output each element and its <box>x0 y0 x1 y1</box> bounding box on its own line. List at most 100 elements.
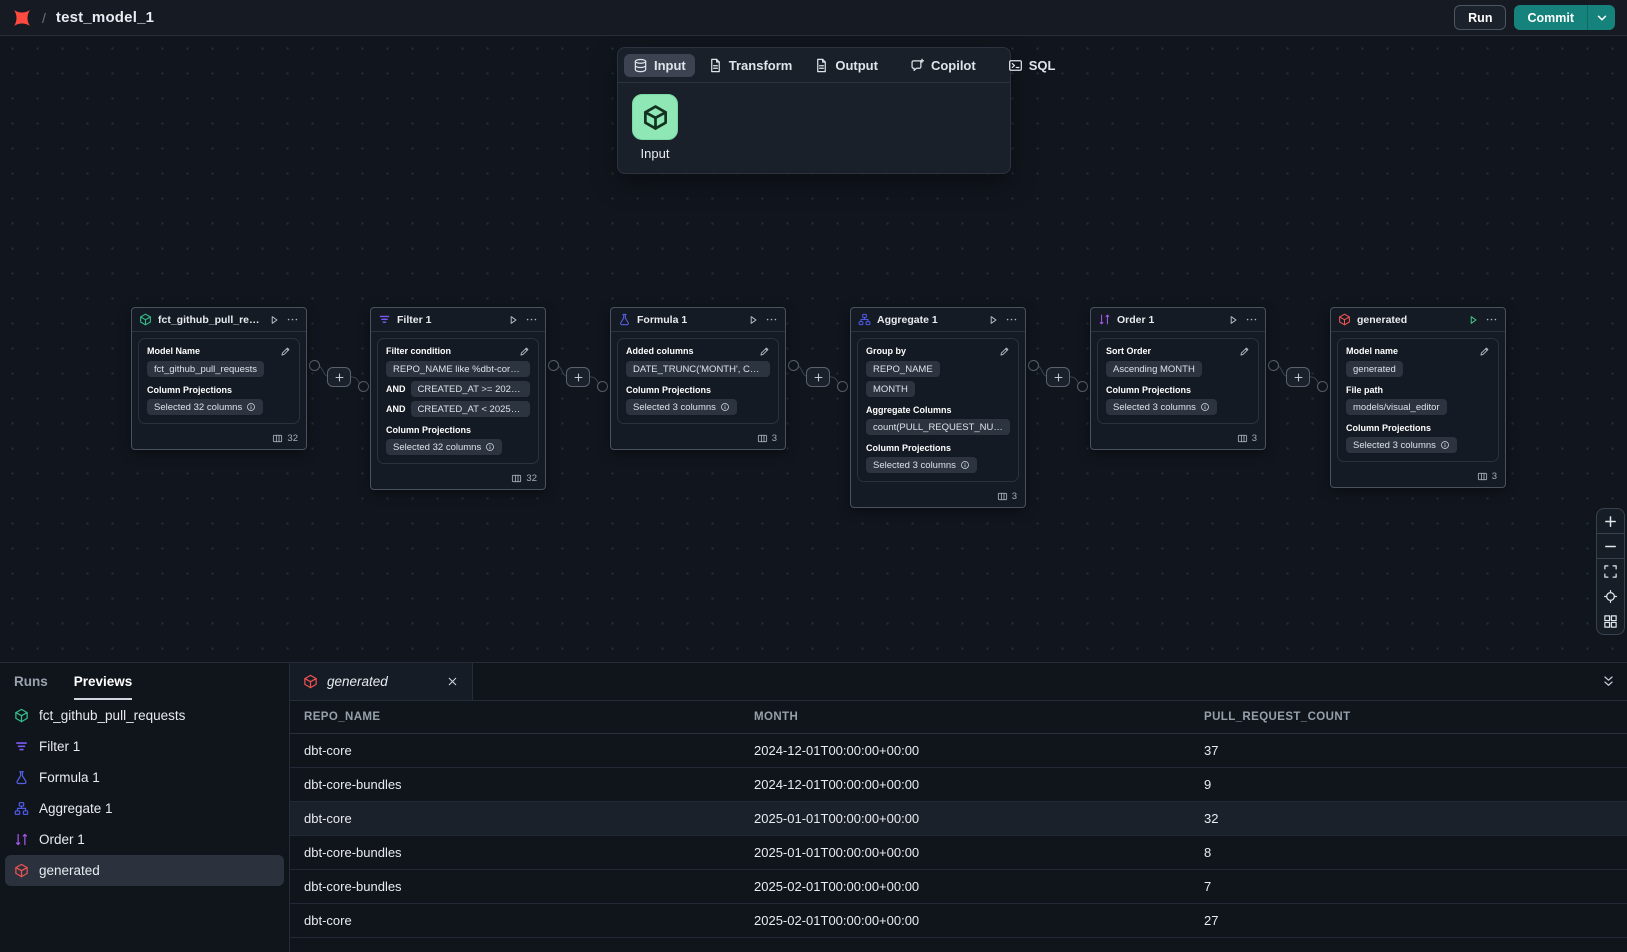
value-chip[interactable]: Selected 3 columns <box>626 399 737 415</box>
node-order-1[interactable]: Order 1 Sort OrderAscending MONTHColumn … <box>1090 307 1266 450</box>
dots-icon <box>1485 313 1498 326</box>
node-section: Aggregate Columnscount(PULL_REQUEST_NUMB… <box>866 405 1010 435</box>
input-port[interactable] <box>837 381 848 392</box>
value-chip[interactable]: generated <box>1346 361 1403 377</box>
output-port[interactable] <box>1028 360 1039 371</box>
zoom-out-button[interactable] <box>1597 534 1624 559</box>
add-node-button[interactable] <box>806 367 830 387</box>
table-row[interactable]: dbt-core-bundles2025-01-01T00:00:00+00:0… <box>290 836 1627 870</box>
output-port[interactable] <box>788 360 799 371</box>
input-port[interactable] <box>1317 381 1328 392</box>
value-chip[interactable]: Selected 3 columns <box>866 457 977 473</box>
value-chip[interactable]: fct_github_pull_requests <box>147 361 264 377</box>
document-icon <box>708 58 723 73</box>
value-chip[interactable]: MONTH <box>866 381 915 397</box>
tab-runs[interactable]: Runs <box>14 663 48 700</box>
palette-tab-input[interactable]: Input <box>624 54 695 77</box>
value-chip[interactable]: Selected 3 columns <box>1106 399 1217 415</box>
value-chip[interactable]: DATE_TRUNC('MONTH', CREATED_AT… <box>626 361 770 377</box>
value-chip[interactable]: Selected 32 columns <box>386 439 502 455</box>
column-header-repo-name[interactable]: REPO_NAME <box>290 711 740 723</box>
node-formula-1[interactable]: Formula 1 Added columnsDATE_TRUNC('MONTH… <box>610 307 786 450</box>
node-section: Column ProjectionsSelected 32 columns <box>147 385 291 415</box>
page-title: test_model_1 <box>56 9 154 26</box>
node-filter-1[interactable]: Filter 1 Filter conditionREPO_NAME like … <box>370 307 546 490</box>
edit-button[interactable] <box>759 346 770 357</box>
input-port[interactable] <box>597 381 608 392</box>
value-chip[interactable]: models/visual_editor <box>1346 399 1447 415</box>
node-menu-button[interactable] <box>1005 313 1018 326</box>
column-header-month[interactable]: MONTH <box>740 711 1190 723</box>
tab-previews[interactable]: Previews <box>74 663 133 700</box>
commit-dropdown-button[interactable] <box>1588 5 1615 30</box>
value-chip[interactable]: CREATED_AT < 2025-03-01 <box>411 401 531 417</box>
table-row[interactable]: dbt-core-bundles2024-12-01T00:00:00+00:0… <box>290 768 1627 802</box>
add-node-button[interactable] <box>566 367 590 387</box>
value-chip[interactable]: Selected 3 columns <box>1346 437 1457 453</box>
column-header-pull-request-count[interactable]: PULL_REQUEST_COUNT <box>1190 711 1627 723</box>
palette-tab-sql[interactable]: SQL <box>999 54 1065 77</box>
table-cell: dbt-core-bundles <box>290 879 740 894</box>
output-port[interactable] <box>1268 360 1279 371</box>
input-port[interactable] <box>358 381 369 392</box>
edit-button[interactable] <box>1239 346 1250 357</box>
node-menu-button[interactable] <box>765 313 778 326</box>
output-port[interactable] <box>548 360 559 371</box>
sidebar-item-filter-1[interactable]: Filter 1 <box>5 731 284 762</box>
node-menu-button[interactable] <box>286 313 299 326</box>
sidebar-item-fct-github-pull-requests[interactable]: fct_github_pull_requests <box>5 700 284 731</box>
node-menu-button[interactable] <box>525 313 538 326</box>
table-cell: 2024-12-01T00:00:00+00:00 <box>740 777 1190 792</box>
table-row[interactable]: dbt-core2024-12-01T00:00:00+00:0037 <box>290 734 1627 768</box>
value-chip[interactable]: CREATED_AT >= 2024-12-01 <box>411 381 531 397</box>
locate-button[interactable] <box>1597 584 1624 609</box>
output-port[interactable] <box>309 360 320 371</box>
collapse-panel-button[interactable] <box>1601 663 1616 700</box>
run-node-button[interactable] <box>1467 314 1479 326</box>
fit-view-button[interactable] <box>1597 559 1624 584</box>
zoom-in-button[interactable] <box>1597 509 1624 534</box>
table-row[interactable]: dbt-core-bundles2025-02-01T00:00:00+00:0… <box>290 870 1627 904</box>
run-node-button[interactable] <box>987 314 999 326</box>
sidebar-item-generated[interactable]: generated <box>5 855 284 886</box>
node-menu-button[interactable] <box>1245 313 1258 326</box>
run-node-button[interactable] <box>268 314 280 326</box>
edit-button[interactable] <box>999 346 1010 357</box>
palette-tab-transform[interactable]: Transform <box>699 54 802 77</box>
run-button[interactable]: Run <box>1454 5 1506 30</box>
add-node-button[interactable] <box>327 367 351 387</box>
run-node-button[interactable] <box>747 314 759 326</box>
minimap-button[interactable] <box>1597 609 1624 634</box>
value-chip[interactable]: count(PULL_REQUEST_NUMBER) as … <box>866 419 1010 435</box>
value-chip[interactable]: Ascending MONTH <box>1106 361 1202 377</box>
add-node-button[interactable] <box>1286 367 1310 387</box>
edit-button[interactable] <box>1479 346 1490 357</box>
sidebar-item-aggregate-1[interactable]: Aggregate 1 <box>5 793 284 824</box>
canvas[interactable]: InputTransformOutputCopilotSQL Input <box>0 36 1627 662</box>
table-row[interactable]: dbt-core2025-02-01T00:00:00+00:0027 <box>290 904 1627 938</box>
edit-button[interactable] <box>280 346 291 357</box>
node-generated[interactable]: generated Model namegeneratedFile pathmo… <box>1330 307 1506 488</box>
preview-tab-generated[interactable]: generated <box>290 663 473 700</box>
palette-tab-copilot[interactable]: Copilot <box>901 54 985 77</box>
node-menu-button[interactable] <box>1485 313 1498 326</box>
preview-tab-strip: generated <box>290 663 1627 701</box>
node-fct-github-pull-requests[interactable]: fct_github_pull_requests Model Namefct_g… <box>131 307 307 450</box>
commit-button[interactable]: Commit <box>1514 5 1588 30</box>
close-tab-button[interactable] <box>446 675 459 688</box>
sidebar-item-order-1[interactable]: Order 1 <box>5 824 284 855</box>
edit-button[interactable] <box>519 346 530 357</box>
run-node-button[interactable] <box>507 314 519 326</box>
palette-item-input[interactable]: Input <box>632 94 678 161</box>
input-node-tile[interactable] <box>632 94 678 140</box>
input-port[interactable] <box>1077 381 1088 392</box>
sidebar-item-formula-1[interactable]: Formula 1 <box>5 762 284 793</box>
value-chip[interactable]: Selected 32 columns <box>147 399 263 415</box>
node-aggregate-1[interactable]: Aggregate 1 Group byREPO_NAMEMONTHAggreg… <box>850 307 1026 508</box>
table-row[interactable]: dbt-core2025-01-01T00:00:00+00:0032 <box>290 802 1627 836</box>
add-node-button[interactable] <box>1046 367 1070 387</box>
value-chip[interactable]: REPO_NAME <box>866 361 940 377</box>
value-chip[interactable]: REPO_NAME like %dbt-core% <box>386 361 530 377</box>
run-node-button[interactable] <box>1227 314 1239 326</box>
palette-tab-output[interactable]: Output <box>805 54 887 77</box>
